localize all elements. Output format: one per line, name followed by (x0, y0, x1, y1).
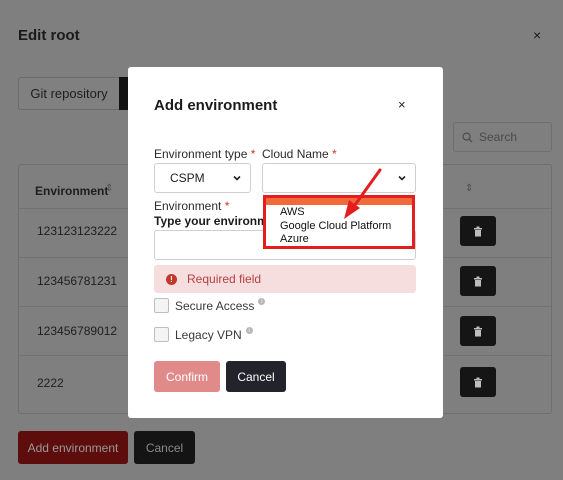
arrow-annotation (344, 168, 382, 219)
